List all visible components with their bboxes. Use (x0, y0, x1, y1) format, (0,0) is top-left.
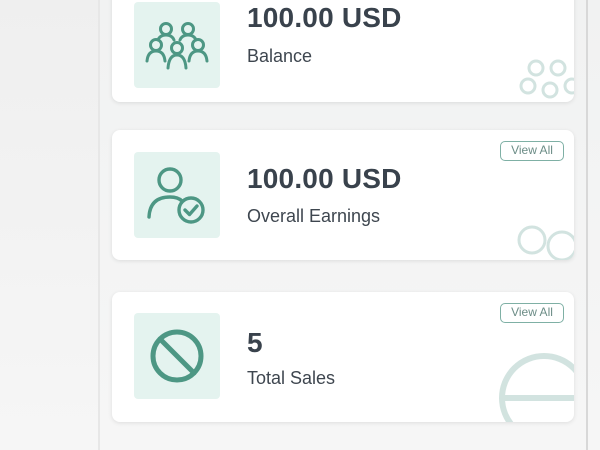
total-sales-card: View All 5 Total Sales (112, 292, 574, 422)
balance-label: Balance (247, 46, 313, 66)
earnings-label: Overall Earnings (247, 206, 381, 226)
earnings-value: 100.00 USD (247, 163, 402, 194)
earnings-icon-box (134, 152, 220, 238)
panel-divider (98, 0, 100, 450)
ban-icon (150, 329, 204, 383)
balance-card: 100.00 USD Balance (112, 0, 574, 102)
right-scroll-edge (586, 0, 588, 450)
user-check-icon (147, 167, 205, 224)
dashboard-page: 100.00 USD Balance View All 100.00 USD O… (0, 0, 600, 450)
overall-earnings-card: View All 100.00 USD Overall Earnings (112, 130, 574, 260)
users-group-icon (145, 22, 209, 70)
earnings-view-all-button[interactable]: View All (500, 141, 564, 161)
sales-label: Total Sales (247, 368, 336, 388)
ban-watermark-icon (499, 353, 574, 422)
sales-value: 5 (247, 327, 263, 358)
balance-icon-box (134, 2, 220, 88)
user-check-watermark-icon (517, 225, 574, 260)
sales-view-all-button[interactable]: View All (500, 303, 564, 323)
balance-value: 100.00 USD (247, 2, 402, 33)
users-group-watermark-icon (519, 59, 574, 99)
sales-icon-box (134, 313, 220, 399)
left-panel (0, 0, 98, 450)
